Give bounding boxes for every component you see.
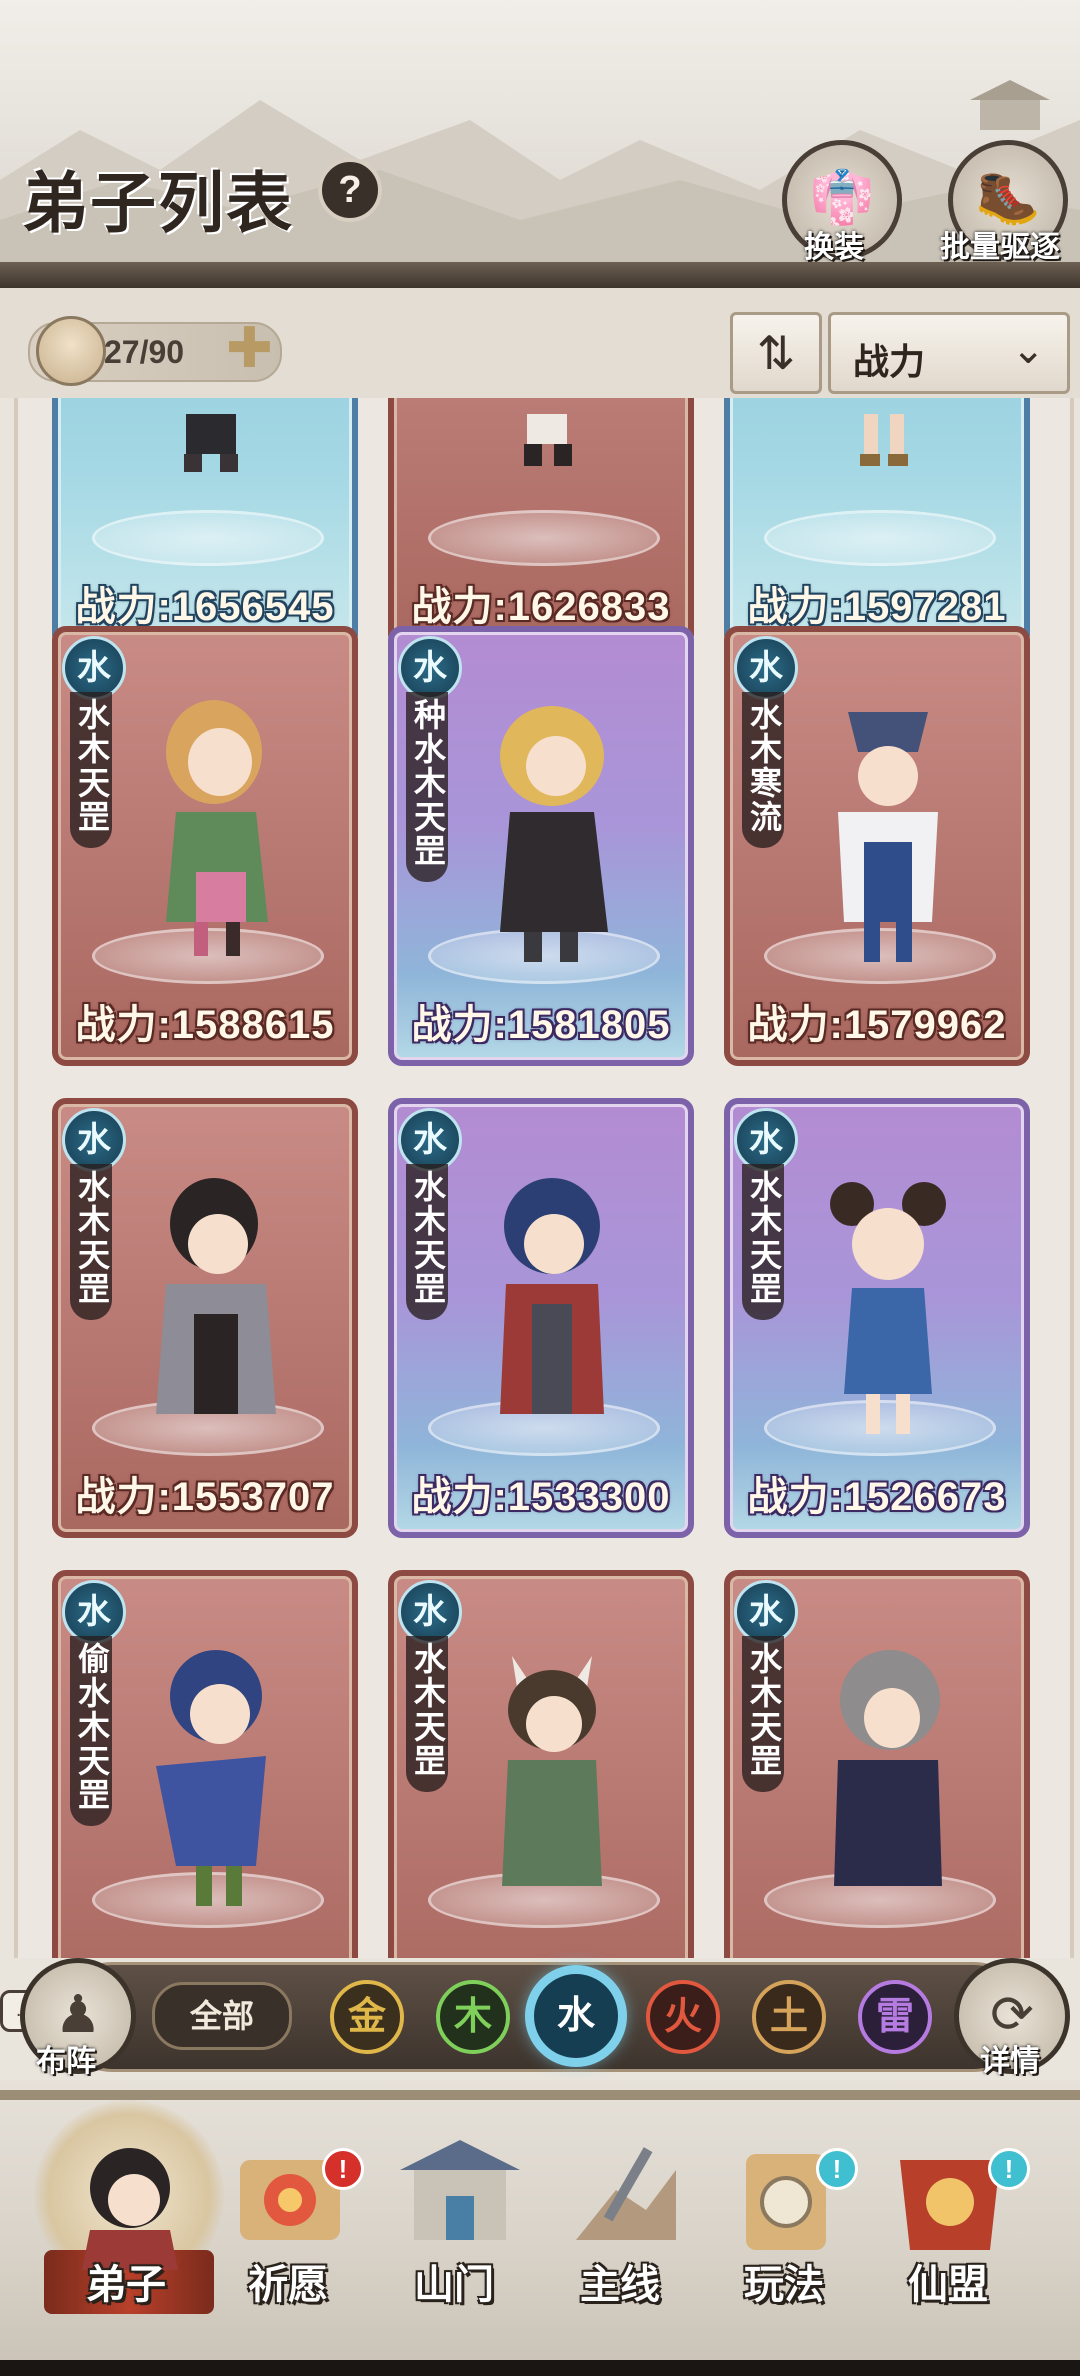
sort-order-button[interactable]: ⇅ [730,312,822,394]
water-element-badge: 水 [62,636,126,700]
disciple-card[interactable]: 水 水木寒流 战力:1579962 [724,626,1030,1066]
power-label: 战力:1553707 [75,1475,335,1519]
disciple-name: 水木天罡 [70,1164,112,1320]
disciple-card[interactable]: 水 水木天罡 [724,1570,1030,1958]
power-label: 战力:1626833 [411,585,671,629]
system-bar [0,2360,1080,2376]
batch-expel-button-label: 批量驱逐 [940,231,1060,264]
character-portrait [156,1178,276,1414]
filter-water-button[interactable]: 水 [530,1970,622,2062]
power-label: 战力:1581805 [411,1003,671,1047]
disciple-card[interactable]: 战力:1597281 [724,398,1030,648]
wish-alert-badge: ! [322,2148,364,2190]
disciple-name: 水木天罡 [406,1636,448,1792]
filter-metal-button[interactable]: 金 [330,1980,404,2054]
filter-all-button[interactable]: 全部 [152,1982,292,2050]
nav-item-disciple[interactable]: 弟子 [86,2252,166,2310]
character-portrait [500,706,608,962]
water-element-badge: 水 [734,1108,798,1172]
power-label: 战力:1579962 [747,1003,1007,1047]
header-divider [0,262,1080,291]
details-button-label: 详情 [980,2045,1040,2078]
disciple-card[interactable]: 水 水木天罡 [388,1570,694,1958]
water-element-badge: 水 [734,1580,798,1644]
character-portrait [830,1182,946,1434]
character-portrait [166,700,268,956]
disciple-name: 水木天罡 [406,1164,448,1320]
filter-thunder-button[interactable]: 雷 [858,1980,932,2054]
power-label: 战力:1526673 [747,1475,1007,1519]
header: 弟子列表 ? 👘 换装 🥾 批量驱逐 [0,0,1080,270]
formation-button-label: 布阵 [36,2045,96,2078]
disciple-card[interactable]: 水 水木天罡 战力:1533300 [388,1098,694,1538]
disciple-card[interactable]: 水 种水木天罡 战力:1581805 [388,626,694,1066]
disciple-card[interactable]: 战力:1656545 [52,398,358,648]
water-element-badge: 水 [398,1580,462,1644]
disciple-name: 水木寒流 [742,692,784,848]
sort-select[interactable]: 战力 ⌄ [828,312,1070,394]
disciple-name: 水木天罡 [742,1636,784,1792]
help-icon[interactable]: ? [318,158,382,222]
nav-item-sect-gate[interactable]: 山门 [414,2252,494,2310]
disciple-avatar-icon [36,316,106,386]
filter-earth-button[interactable]: 土 [752,1980,826,2054]
gameplay-alert-badge: ! [816,2148,858,2190]
filter-fire-button[interactable]: 火 [646,1980,720,2054]
disciple-card[interactable]: 战力:1626833 [388,398,694,648]
main-quest-nav-icon[interactable] [556,2130,696,2270]
nav-item-alliance[interactable]: 仙盟 [908,2252,988,2310]
disciple-name: 水木天罡 [742,1164,784,1320]
disciple-card[interactable]: 水 水木天罡 战力:1553707 [52,1098,358,1538]
nav-item-wish[interactable]: 祈愿 [248,2252,328,2310]
disciple-nav-icon[interactable] [60,2130,200,2270]
bottom-nav-divider [0,2090,1080,2100]
disciple-grid[interactable]: 战力:1656545 战力:1626833 战力:1597281 水 水木天罡 … [14,398,1074,1958]
sect-gate-nav-icon[interactable] [390,2130,530,2270]
disciple-card[interactable]: 水 偷水木天罡 [52,1570,358,1958]
character-portrait [156,1650,266,1906]
water-element-badge: 水 [62,1580,126,1644]
disciple-card[interactable]: 水 水木天罡 战力:1526673 [724,1098,1030,1538]
water-element-badge: 水 [62,1108,126,1172]
disciple-name: 水木天罡 [70,692,112,848]
character-portrait [500,1178,604,1414]
outfit-button-label: 换装 [804,231,864,264]
water-element-badge: 水 [398,636,462,700]
disciple-name: 偷水木天罡 [70,1636,112,1826]
plus-icon[interactable]: ✚ [226,318,273,378]
sort-arrows-icon: ⇅ [756,327,796,379]
page-title: 弟子列表 [22,164,294,242]
water-element-badge: 水 [398,1108,462,1172]
power-label: 战力:1597281 [747,585,1007,629]
nav-item-gameplay[interactable]: 玩法 [744,2252,824,2310]
disciple-name: 种水木天罡 [406,692,448,882]
filter-wood-button[interactable]: 木 [436,1980,510,2054]
chevron-down-icon: ⌄ [1011,328,1045,372]
disciple-card[interactable]: 水 水木天罡 战力:1588615 [52,626,358,1066]
character-portrait [502,1656,602,1886]
power-label: 战力:1533300 [411,1475,671,1519]
water-element-badge: 水 [734,636,798,700]
character-portrait [838,712,938,962]
alliance-alert-badge: ! [988,2148,1030,2190]
character-portrait [834,1650,942,1886]
sort-select-value: 战力 [853,341,926,382]
nav-item-main-quest[interactable]: 主线 [580,2252,660,2310]
power-label: 战力:1656545 [75,585,335,629]
power-label: 战力:1588615 [75,1003,335,1047]
disciple-count: 27/90 [104,334,185,370]
